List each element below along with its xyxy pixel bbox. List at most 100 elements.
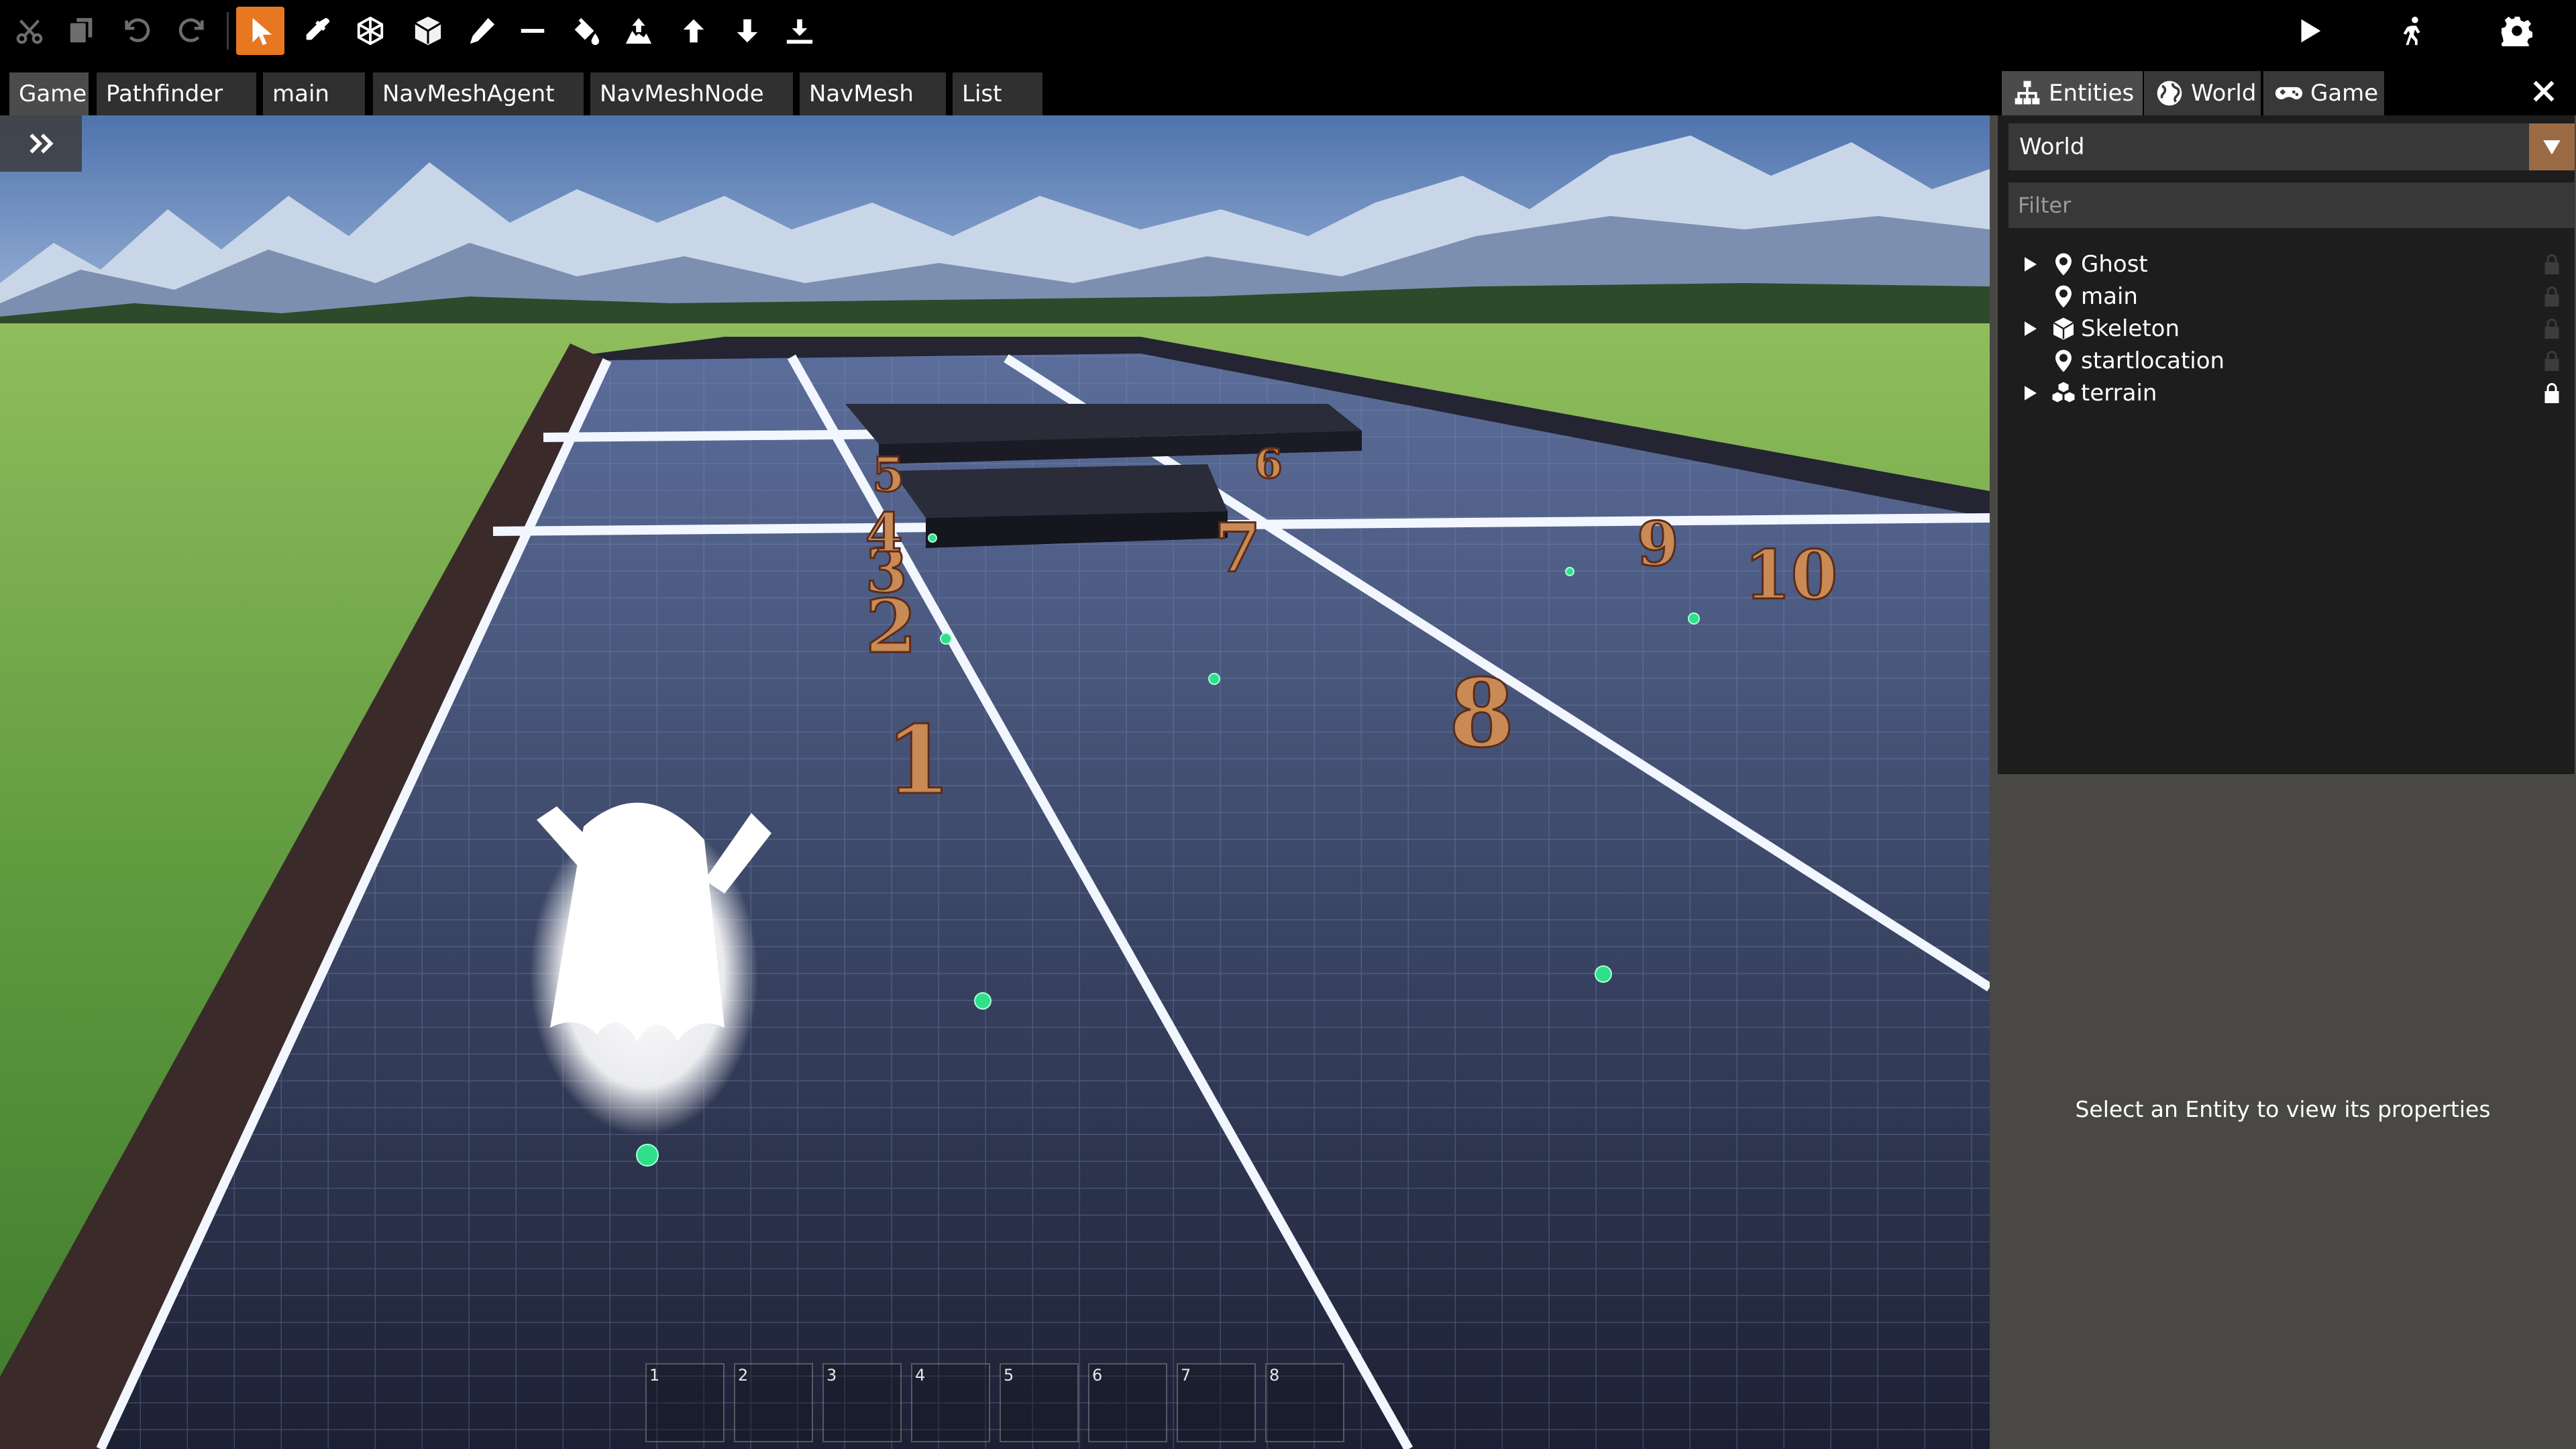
entity-label: Skeleton [2081, 315, 2180, 342]
waypoint-8: 8 [1449, 659, 1514, 769]
arrow-up-tool-button[interactable] [669, 7, 718, 55]
tab-navmeshagent[interactable]: NavMeshAgent [373, 72, 584, 115]
walk-icon [2403, 16, 2420, 46]
panel-tab-label: Game [2310, 80, 2379, 107]
redo-icon [178, 18, 204, 42]
settings-icon [2502, 16, 2532, 46]
filter-input[interactable] [2008, 182, 2575, 228]
hotbar-slot-number: 6 [1092, 1366, 1103, 1385]
caret-right-icon [2025, 257, 2037, 272]
caret-right-icon [2025, 386, 2037, 400]
paint-bucket-icon [574, 17, 600, 46]
undo-icon [125, 18, 150, 42]
eyedropper-icon [306, 17, 330, 40]
expand-arrow[interactable] [2021, 313, 2041, 345]
expand-arrow[interactable] [2021, 248, 2041, 280]
hotbar-slot-5[interactable]: 5 [1000, 1363, 1079, 1442]
properties-hint: Select an Entity to view its properties [2075, 1096, 2491, 1122]
tab-navmesh[interactable]: NavMesh [800, 72, 946, 115]
expand-arrow[interactable] [2021, 377, 2041, 409]
panel-tab-game[interactable]: Game [2263, 71, 2384, 115]
globe-icon [2157, 80, 2182, 106]
pencil-icon [470, 17, 495, 44]
cubes-icon [2050, 380, 2077, 407]
hierarchy-icon [2015, 80, 2040, 105]
hotbar-slot-7[interactable]: 7 [1177, 1363, 1256, 1442]
hotbar-slot-number: 1 [649, 1366, 660, 1385]
world-select[interactable]: World [2008, 123, 2575, 170]
entity-row-main[interactable]: main [2011, 280, 2575, 313]
lock-icon[interactable] [2540, 252, 2564, 276]
close-icon [2533, 80, 2555, 102]
entity-label: Ghost [2081, 251, 2148, 278]
arrow-down-tool-button[interactable] [723, 7, 771, 55]
hotbar-slot-1[interactable]: 1 [645, 1363, 724, 1442]
panel-tab-entities[interactable]: Entities [2002, 71, 2143, 115]
flatten-tool-button[interactable] [775, 7, 824, 55]
waypoint-5: 5 [872, 447, 905, 502]
lock-icon[interactable] [2540, 381, 2564, 405]
entity-row-startlocation[interactable]: startlocation [2011, 345, 2575, 377]
cut-button[interactable] [5, 7, 54, 55]
tab-game[interactable]: Game [9, 72, 89, 115]
waypoint-9: 9 [1637, 508, 1679, 580]
waypoint-10: 10 [1744, 535, 1837, 614]
cube-tool-button[interactable] [404, 7, 452, 55]
entity-row-terrain[interactable]: terrain [2011, 377, 2575, 409]
scene-render: 1 2 3 4 5 6 7 8 9 10 [0, 115, 1990, 1449]
waypoint-4: 4 [865, 501, 903, 564]
gamepad-icon [2275, 87, 2303, 100]
mesh-tool-button[interactable] [346, 7, 394, 55]
hotbar-slot-3[interactable]: 3 [822, 1363, 902, 1442]
walk-button[interactable] [2390, 7, 2438, 55]
hotbar-slot-2[interactable]: 2 [734, 1363, 813, 1442]
terrain-raise-icon [625, 17, 652, 44]
eyedropper-tool-button[interactable] [292, 7, 341, 55]
toolbar [0, 0, 2576, 63]
line-tool-button[interactable] [508, 7, 557, 55]
entity-row-ghost[interactable]: Ghost [2011, 248, 2575, 280]
cut-icon [16, 19, 43, 44]
hotbar-slot-4[interactable]: 4 [911, 1363, 990, 1442]
lock-icon[interactable] [2540, 284, 2564, 309]
panel-tab-label: Entities [2049, 80, 2135, 107]
entity-label: terrain [2081, 380, 2157, 407]
copy-button[interactable] [58, 7, 106, 55]
cube-icon [2050, 315, 2077, 342]
redo-button[interactable] [168, 7, 216, 55]
entity-label: main [2081, 283, 2138, 310]
hotbar-slot-8[interactable]: 8 [1265, 1363, 1344, 1442]
entity-row-skeleton[interactable]: Skeleton [2011, 313, 2575, 345]
play-button[interactable] [2285, 7, 2333, 55]
select-icon [252, 17, 272, 46]
close-panel-button[interactable] [2520, 67, 2568, 115]
world-select-value: World [2019, 133, 2085, 160]
panel-tab-label: World [2191, 80, 2257, 107]
tab-list[interactable]: List [953, 72, 1042, 115]
select-tool-button[interactable] [236, 7, 284, 55]
game-viewport[interactable]: 1 2 3 4 5 6 7 8 9 10 1 2 3 4 5 6 7 8 [0, 115, 1990, 1449]
hotbar-slot-number: 7 [1181, 1366, 1191, 1385]
hotbar-slot-6[interactable]: 6 [1088, 1363, 1167, 1442]
terrain-raise-tool-button[interactable] [614, 7, 663, 55]
triangle-down-icon [2543, 140, 2561, 155]
tab-navmeshnode[interactable]: NavMeshNode [590, 72, 793, 115]
undo-button[interactable] [113, 7, 161, 55]
pencil-tool-button[interactable] [458, 7, 506, 55]
caret-right-icon [2025, 321, 2037, 336]
tab-main[interactable]: main [263, 72, 365, 115]
lock-icon[interactable] [2540, 349, 2564, 373]
flatten-icon [786, 19, 813, 44]
panel-tab-world[interactable]: World [2144, 71, 2261, 115]
waypoint-7: 7 [1214, 508, 1261, 588]
tab-pathfinder[interactable]: Pathfinder [97, 72, 256, 115]
world-select-arrow[interactable] [2529, 123, 2575, 170]
hotbar-slot-number: 5 [1004, 1366, 1014, 1385]
paint-bucket-tool-button[interactable] [561, 7, 609, 55]
copy-icon [70, 17, 93, 43]
expand-sidebar-button[interactable] [0, 115, 82, 172]
lock-icon[interactable] [2540, 317, 2564, 341]
settings-button[interactable] [2493, 7, 2541, 55]
inspector-panel: World Ghost main Skeleton star [1990, 115, 2576, 1449]
play-icon [2301, 19, 2321, 43]
